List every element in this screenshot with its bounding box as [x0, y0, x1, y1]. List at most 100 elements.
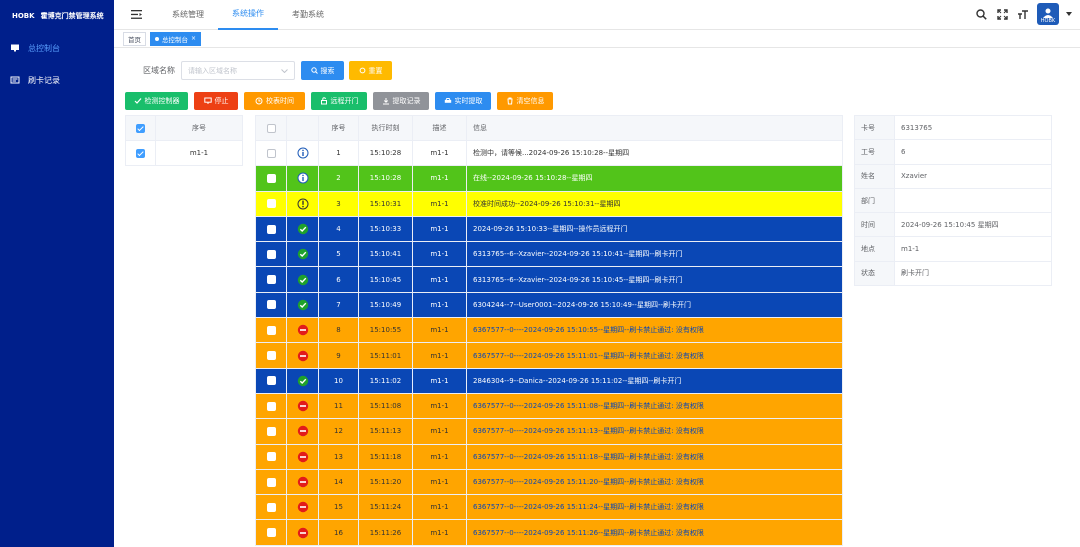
table-row[interactable]: 10 15:11:02 m1-1 2846304--9--Danica--2024-0…	[255, 367, 843, 394]
table-row[interactable]: 13 15:11:18 m1-1 6367577--0----2024-09-26 1…	[255, 443, 843, 470]
time-cell: 15:11:18	[358, 443, 413, 470]
caret-down-icon[interactable]	[1066, 7, 1072, 21]
refresh-icon	[359, 67, 365, 74]
toolbar-button-1[interactable]: 检测控制器	[125, 92, 188, 110]
row-checkbox[interactable]	[266, 199, 276, 209]
time-cell: 15:11:08	[358, 392, 413, 420]
time-cell: 15:10:55	[358, 317, 413, 344]
area-name-placeholder: 请输入区域名称	[188, 66, 237, 75]
search-icon	[310, 67, 318, 74]
tag-home[interactable]: 首页	[123, 31, 146, 46]
seq-cell: 10	[318, 367, 359, 394]
status-cell	[286, 190, 319, 217]
row-checkbox[interactable]	[136, 148, 145, 158]
detail-value: 6313765	[894, 114, 1052, 141]
reset-button[interactable]: 重置	[349, 61, 392, 80]
select-all-checkbox[interactable]	[136, 123, 145, 133]
row-checkbox[interactable]	[266, 249, 276, 259]
tab-system-management[interactable]: 系统管理	[158, 0, 218, 30]
toolbar-button-7[interactable]: 清空信息	[497, 92, 553, 110]
time-cell: 15:11:13	[358, 418, 413, 445]
table-row[interactable]: 8 15:10:55 m1-1 6367577--0----2024-09-26 15…	[255, 317, 843, 344]
seq-cell: 5	[318, 241, 359, 268]
close-icon[interactable]: ×	[191, 35, 196, 42]
table-row[interactable]: 14 15:11:20 m1-1 6367577--0----2024-09-26 1…	[255, 468, 843, 496]
toolbar-button-6[interactable]: 实时提取	[435, 92, 491, 110]
info-cell: 6367577--0----2024-09-26 15:11:08--星期四--…	[466, 392, 843, 420]
area-name-select[interactable]: 请输入区域名称	[181, 61, 295, 80]
checkbox-cell	[255, 215, 287, 243]
info-cell: 6367577--0----2024-09-26 15:11:20--星期四--…	[466, 468, 843, 496]
avatar[interactable]: HOBK	[1037, 3, 1059, 25]
search-button[interactable]: 搜索	[301, 61, 344, 80]
table-row[interactable]: 5 15:10:41 m1-1 6313765--6--Xzavier--2024-0…	[255, 241, 843, 268]
download-icon	[382, 98, 389, 105]
status-cell	[286, 165, 319, 192]
row-checkbox[interactable]	[266, 376, 276, 386]
desc-cell: m1-1	[412, 165, 467, 192]
row-checkbox[interactable]	[266, 477, 276, 487]
seq-cell: 2	[318, 165, 359, 192]
toolbar-button-2[interactable]: 停止	[194, 92, 238, 110]
toolbar-button-3[interactable]: 校表时间	[244, 92, 305, 110]
row-checkbox[interactable]	[266, 173, 276, 183]
table-row[interactable]: 12 15:11:13 m1-1 6367577--0----2024-09-26 1…	[255, 418, 843, 445]
seq-cell: 9	[318, 342, 359, 369]
toolbar-button-4[interactable]: 远程开门	[311, 92, 367, 110]
row-checkbox[interactable]	[266, 300, 276, 310]
row-checkbox[interactable]	[266, 401, 276, 411]
desc-cell: m1-1	[412, 443, 467, 470]
status-cell	[286, 468, 319, 496]
info-cell: 6313765--6--Xzavier--2024-09-26 15:10:45…	[466, 266, 843, 293]
avatar-label: HOBK	[1040, 18, 1056, 24]
toolbar-button-5[interactable]: 提取记录	[373, 92, 429, 110]
row-checkbox[interactable]	[266, 275, 276, 285]
sidebar: HOBK 霍博克门禁管理系统 总控制台 刷卡记录	[0, 0, 114, 547]
table-row[interactable]: 11 15:11:08 m1-1 6367577--0----2024-09-26 1…	[255, 392, 843, 420]
row-checkbox[interactable]	[266, 502, 276, 512]
table-row[interactable]: 7 15:10:49 m1-1 6304244--7--User0001--2024-…	[255, 291, 843, 319]
table-row[interactable]: 15 15:11:24 m1-1 6367577--0----2024-09-26 1…	[255, 494, 843, 521]
checkbox-cell	[125, 140, 156, 166]
detail-value: Xzavier	[894, 163, 1052, 189]
tab-system-operation[interactable]: 系统操作	[218, 0, 278, 30]
row-checkbox[interactable]	[266, 351, 276, 361]
clock-icon	[255, 97, 263, 105]
table-row[interactable]: 16 15:11:26 m1-1 6367577--0----2024-09-26 1…	[255, 519, 843, 546]
tag-console[interactable]: 总控制台 ×	[150, 31, 202, 46]
table-row[interactable]: 1 15:10:28 m1-1 检测中，请等候...2024-09-26 15:10:…	[255, 139, 843, 167]
tab-attendance-system[interactable]: 考勤系统	[278, 0, 338, 30]
sidebar-item-card-records[interactable]: 刷卡记录	[0, 64, 114, 96]
status-cell	[286, 139, 319, 167]
table-row[interactable]: m1-1	[125, 140, 243, 166]
font-size-icon[interactable]	[1016, 7, 1030, 21]
table-row[interactable]: 9 15:11:01 m1-1 6367577--0----2024-09-26 15…	[255, 342, 843, 369]
row-checkbox[interactable]	[266, 224, 276, 234]
fullscreen-icon[interactable]	[995, 7, 1009, 21]
row-checkbox[interactable]	[266, 148, 276, 158]
info-cell: 6367577--0----2024-09-26 15:10:55--星期四--…	[466, 317, 843, 344]
table-row[interactable]: 2 15:10:28 m1-1 在线--2024-09-26 15:10:28--星期…	[255, 165, 843, 192]
seq-cell: 11	[318, 392, 359, 420]
no-entry-icon	[297, 350, 308, 361]
row-checkbox[interactable]	[266, 528, 276, 538]
table-row[interactable]: 3 15:10:31 m1-1 校准时间成功--2024-09-26 15:10:31…	[255, 190, 843, 217]
detail-key: 部门	[854, 187, 895, 214]
toolbar-button-label: 停止	[214, 97, 229, 105]
no-entry-icon	[297, 426, 308, 437]
row-checkbox[interactable]	[266, 452, 276, 462]
desc-cell: m1-1	[412, 291, 467, 319]
row-checkbox[interactable]	[266, 325, 276, 335]
table-row[interactable]: 4 15:10:33 m1-1 2024-09-26 15:10:33--星期四--操…	[255, 215, 843, 243]
tag-label: 总控制台	[162, 35, 188, 44]
select-all-checkbox[interactable]	[266, 123, 276, 133]
unlock-icon	[320, 97, 327, 105]
detail-key: 工号	[854, 139, 895, 165]
sidebar-item-console[interactable]: 总控制台	[0, 32, 114, 64]
hamburger-menu-icon[interactable]	[114, 10, 158, 19]
info-cell: 2846304--9--Danica--2024-09-26 15:11:02-…	[466, 367, 843, 394]
row-checkbox[interactable]	[266, 426, 276, 436]
checkbox-cell	[255, 392, 287, 420]
table-row[interactable]: 6 15:10:45 m1-1 6313765--6--Xzavier--2024-0…	[255, 266, 843, 293]
search-icon[interactable]	[974, 7, 988, 21]
